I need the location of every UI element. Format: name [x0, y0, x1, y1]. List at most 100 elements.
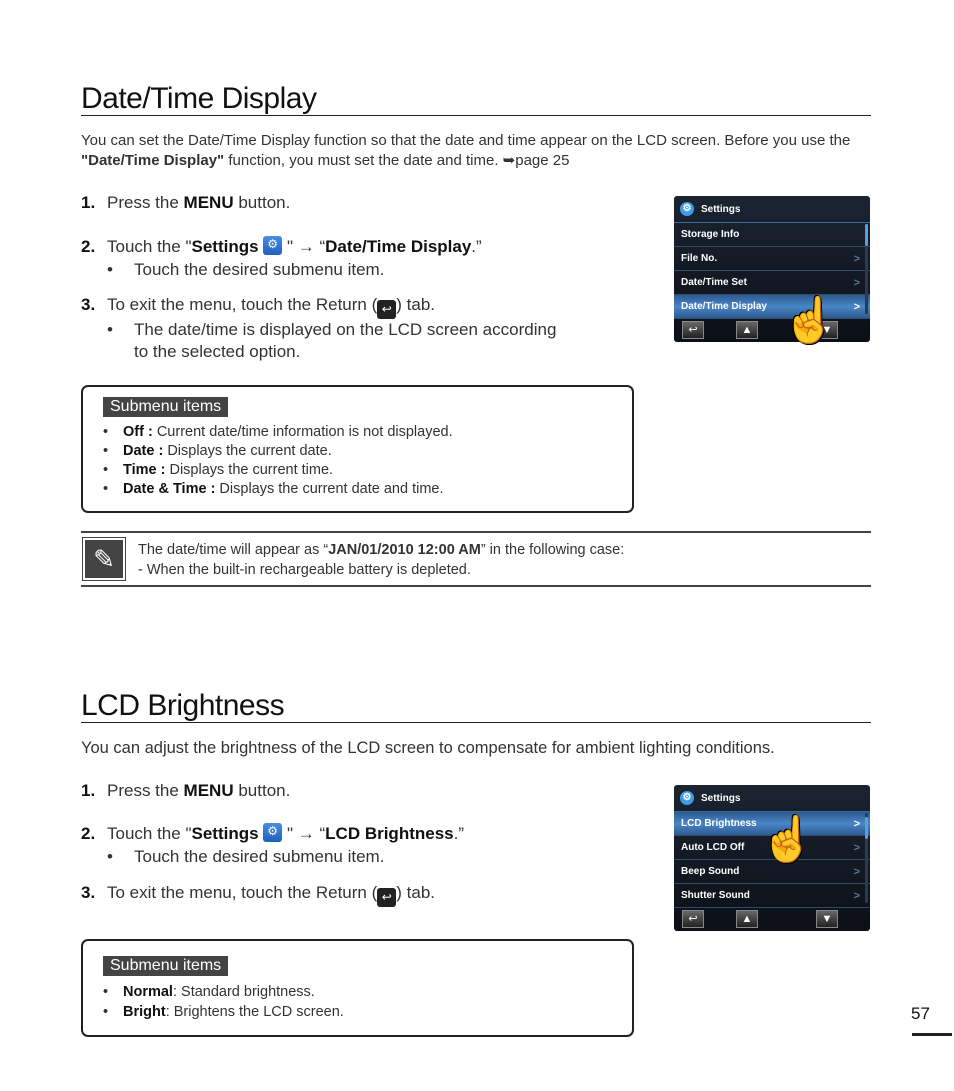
- chevron-up-icon: ▲: [736, 321, 758, 339]
- touch-hand-icon: ☝: [782, 296, 837, 345]
- submenu-box: Submenu items Normal: Standard brightnes…: [81, 939, 634, 1037]
- lcd-row-label: Date/Time Set: [681, 277, 747, 288]
- lcd-buttons: ↩ ▲ ▼: [674, 908, 870, 930]
- note-line: - When the built-in rechargeable battery…: [138, 562, 471, 578]
- lcd-row-label: Auto LCD Off: [681, 842, 745, 853]
- settings-icon: [263, 236, 283, 255]
- section-title-date-time-display: Date/Time Display: [81, 82, 317, 115]
- submenu-heading: Submenu items: [103, 397, 229, 417]
- step-text: Touch the ": [107, 237, 192, 256]
- lcd-header: ⚙ Settings: [674, 785, 870, 812]
- step-text: Press the: [107, 193, 184, 212]
- lcd-row-label: Date/Time Display: [681, 301, 767, 312]
- lcd-row: Date/Time Set >: [674, 271, 870, 295]
- chevron-right-icon: >: [853, 889, 860, 902]
- submenu-term: Off :: [123, 424, 153, 440]
- section-title-lcd-brightness: LCD Brightness: [81, 689, 285, 722]
- submenu-term: Bright: [123, 1004, 166, 1020]
- section-intro: You can adjust the brightness of the LCD…: [81, 739, 775, 757]
- return-icon: ↩: [682, 910, 704, 928]
- step-text: button.: [233, 781, 291, 800]
- submenu-desc: : Standard brightness.: [172, 984, 315, 1000]
- return-icon: ↩: [377, 300, 397, 319]
- title-rule: [81, 722, 871, 723]
- chevron-right-icon: >: [853, 865, 860, 878]
- step-3: 3. To exit the menu, touch the Return (↩)…: [81, 295, 435, 319]
- submenu-item: Bright: Brightens the LCD screen.: [103, 1002, 632, 1022]
- submenu-item: Date : Displays the current date.: [103, 442, 632, 461]
- return-icon: ↩: [377, 888, 397, 907]
- note-line: ” in the following case:: [480, 542, 625, 558]
- step-1: 1. Press the MENU button.: [81, 193, 290, 213]
- submenu-desc: Current date/time information is not dis…: [152, 424, 453, 440]
- chevron-right-icon: >: [853, 300, 860, 313]
- lcd-header-label: Settings: [701, 792, 741, 804]
- submenu-item: Normal: Standard brightness.: [103, 982, 632, 1002]
- note-bold: JAN/01/2010 12:00 AM: [328, 542, 481, 558]
- submenu-desc: Displays the current time.: [165, 462, 334, 478]
- step-text: " → “: [282, 824, 326, 843]
- step-bold: MENU: [183, 781, 234, 800]
- gear-icon: ⚙: [680, 791, 694, 805]
- note-box: ✎ The date/time will appear as “JAN/01/2…: [81, 531, 871, 587]
- step-bold: MENU: [183, 193, 234, 212]
- step-text: Press the: [107, 781, 184, 800]
- lcd-scrollbar: [865, 813, 868, 903]
- submenu-heading: Submenu items: [103, 956, 229, 976]
- chevron-right-icon: >: [853, 817, 860, 830]
- step-number: 2.: [81, 237, 96, 256]
- chevron-right-icon: >: [853, 841, 860, 854]
- intro-text: You can set the Date/Time Display functi…: [81, 132, 851, 149]
- gear-icon: ⚙: [680, 202, 694, 216]
- submenu-list: Normal: Standard brightness. Bright: Bri…: [103, 982, 632, 1022]
- step-text: " → “: [282, 237, 326, 256]
- submenu-term: Date :: [123, 443, 164, 459]
- step-text: To exit the menu, touch the Return (: [107, 883, 378, 902]
- settings-icon: [263, 823, 283, 842]
- intro-text-2: function, you must set the date and time…: [224, 152, 503, 169]
- submenu-term: Time :: [123, 462, 166, 478]
- step-number: 3.: [81, 295, 96, 314]
- step-bold: LCD Brightness: [325, 824, 454, 843]
- step-text: .”: [453, 824, 465, 843]
- submenu-term: Date & Time :: [123, 481, 216, 497]
- touch-hand-icon: ☝: [760, 815, 815, 864]
- step-text: button.: [233, 193, 291, 212]
- step-3-sub: The date/time is displayed on the LCD sc…: [81, 320, 556, 340]
- lcd-scrollbar: [865, 224, 868, 314]
- lcd-screenshot-date-time: ⚙ Settings Storage Info File No. > Date/Ti…: [674, 196, 870, 345]
- step-3: 3. To exit the menu, touch the Return (↩)…: [81, 883, 435, 907]
- intro-bold: "Date/Time Display": [81, 152, 225, 169]
- step-number: 2.: [81, 824, 96, 843]
- step-bold: Settings: [191, 237, 259, 256]
- lcd-row-label: Storage Info: [681, 229, 740, 240]
- chevron-right-icon: >: [853, 252, 860, 265]
- chevron-down-icon: ▼: [816, 910, 838, 928]
- submenu-desc: Displays the current date.: [163, 443, 332, 459]
- title-rule: [81, 115, 871, 116]
- step-3-sub-cont: to the selected option.: [134, 342, 301, 361]
- return-icon: ↩: [682, 321, 704, 339]
- section-intro: You can set the Date/Time Display functi…: [81, 131, 871, 171]
- step-text: ) tab.: [396, 295, 436, 314]
- lcd-row-label: File No.: [681, 253, 718, 264]
- step-text: To exit the menu, touch the Return (: [107, 295, 378, 314]
- submenu-item: Time : Displays the current time.: [103, 461, 632, 480]
- submenu-desc: Displays the current date and time.: [215, 481, 444, 497]
- note-line: The date/time will appear as “: [138, 542, 329, 558]
- lcd-row: File No. >: [674, 247, 870, 271]
- chevron-up-icon: ▲: [736, 910, 758, 928]
- step-number: 1.: [81, 781, 96, 800]
- lcd-row-label: Beep Sound: [681, 866, 740, 877]
- lcd-row-label: Shutter Sound: [681, 890, 750, 901]
- lcd-header-label: Settings: [701, 203, 741, 215]
- lcd-buttons: ↩ ▲ ▼: [674, 319, 870, 341]
- lcd-row: Storage Info: [674, 223, 870, 247]
- page-reference: ➥page 25: [502, 152, 570, 169]
- step-text: .”: [471, 237, 482, 256]
- step-2: 2. Touch the "Settings " → “Date/Time Dis…: [81, 236, 482, 257]
- submenu-list: Off : Current date/time information is n…: [103, 423, 632, 499]
- page-number-rule: [912, 1033, 952, 1036]
- page-number: 57: [911, 1004, 930, 1023]
- lcd-row: Shutter Sound >: [674, 884, 870, 908]
